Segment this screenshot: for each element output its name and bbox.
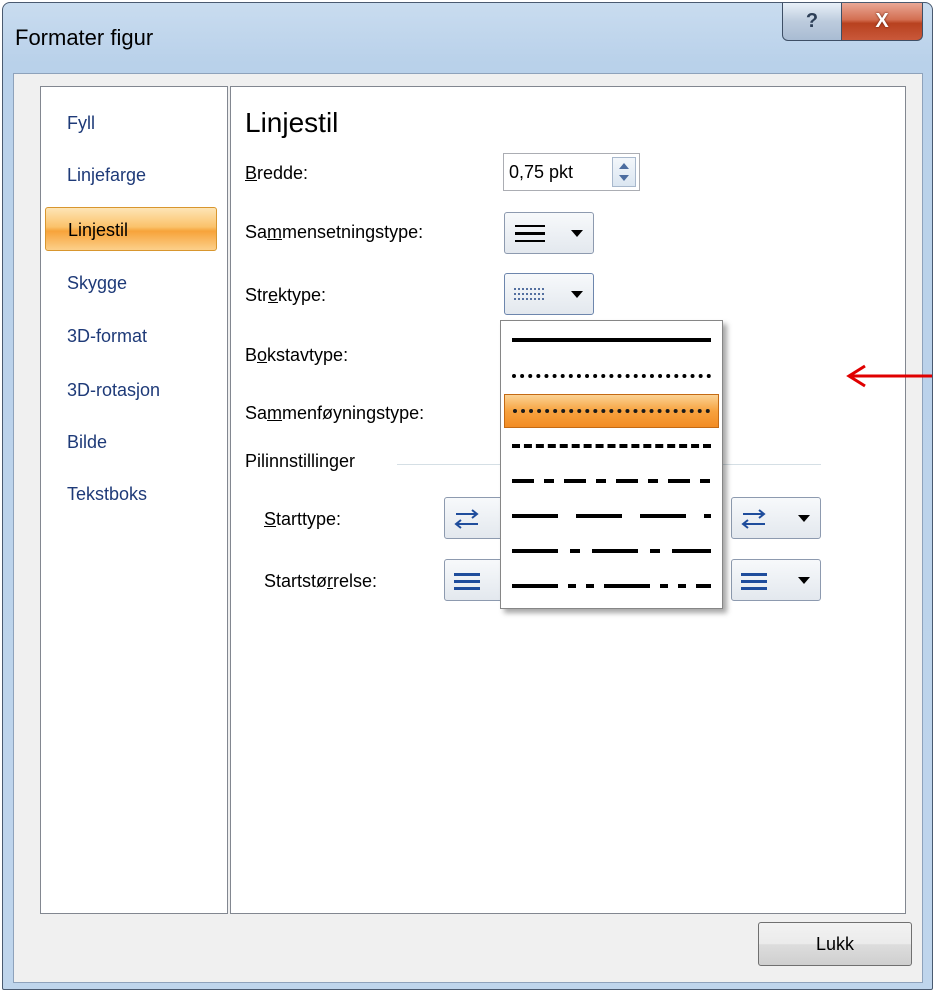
nav-item-tekstboks[interactable]: Tekstboks <box>45 472 217 516</box>
end-size-dropdown[interactable] <box>731 559 821 601</box>
chevron-down-icon <box>798 515 810 522</box>
nav-item-3d-rotasjon[interactable]: 3D-rotasjon <box>45 368 217 412</box>
format-shape-dialog: Formater figur ? X Fyll Linjefarge Linje… <box>2 2 933 990</box>
annotation-arrow-icon <box>846 364 932 388</box>
dash-line-icon <box>512 444 711 448</box>
close-window-button[interactable]: X <box>841 3 923 41</box>
chevron-down-icon <box>571 291 583 298</box>
arrow-settings-group-label: Pilinnstillinger <box>245 451 356 471</box>
width-value: 0,75 pkt <box>509 162 574 182</box>
long-dash-dot-line-icon <box>512 549 711 553</box>
category-list: Fyll Linjefarge Linjestil Skygge 3D-form… <box>40 86 228 914</box>
chevron-down-icon <box>571 230 583 237</box>
dash-option-dash[interactable] <box>504 429 719 463</box>
long-dash-dot-dot-line-icon <box>512 584 711 588</box>
close-icon: X <box>875 10 889 32</box>
dash-option-round-dot[interactable] <box>504 359 719 393</box>
dialog-title: Formater figur <box>15 25 154 50</box>
start-type-label: Starttype: <box>264 509 342 529</box>
end-type-dropdown[interactable] <box>731 497 821 539</box>
page-title: Linjestil <box>245 107 339 138</box>
nav-item-skygge[interactable]: Skygge <box>45 261 217 305</box>
long-dash-line-icon <box>512 514 711 518</box>
close-button[interactable]: Lukk <box>758 922 912 966</box>
dash-option-long-dash-dot-dot[interactable] <box>504 569 719 603</box>
round-dot-line-icon <box>512 374 711 378</box>
dash-option-solid[interactable] <box>504 323 719 357</box>
start-size-dropdown[interactable] <box>444 559 504 601</box>
title-bar[interactable]: Formater figur ? X <box>3 3 932 73</box>
compound-line-icon <box>515 224 545 244</box>
arrow-size-icon <box>454 573 480 591</box>
cap-type-label: Bokstavtype: <box>245 345 349 365</box>
square-dot-line-icon <box>513 409 710 413</box>
dash-dot-line-icon <box>512 479 711 483</box>
help-icon: ? <box>805 10 819 32</box>
help-button[interactable]: ? <box>782 3 842 41</box>
nav-item-fyll[interactable]: Fyll <box>45 101 217 145</box>
dash-type-label: Strektype: <box>245 285 327 305</box>
arrow-size-icon <box>741 573 767 591</box>
dash-type-dropdown[interactable] <box>504 273 594 315</box>
dash-type-menu <box>500 320 723 609</box>
spin-down-icon[interactable] <box>619 175 629 181</box>
nav-item-bilde[interactable]: Bilde <box>45 420 217 464</box>
start-type-dropdown[interactable] <box>444 497 504 539</box>
spin-up-icon[interactable] <box>619 163 629 169</box>
dash-option-square-dot[interactable] <box>504 394 719 428</box>
dash-option-dash-dot[interactable] <box>504 464 719 498</box>
dash-option-long-dash-dot[interactable] <box>504 534 719 568</box>
nav-item-3d-format[interactable]: 3D-format <box>45 314 217 358</box>
compound-type-dropdown[interactable] <box>504 212 594 254</box>
compound-type-label: Sammensetningstype: <box>245 222 424 242</box>
dash-option-long-dash[interactable] <box>504 499 719 533</box>
arrow-type-icon <box>454 509 479 529</box>
dialog-body: Fyll Linjefarge Linjestil Skygge 3D-form… <box>13 73 932 983</box>
join-type-label: Sammenføyningstype: <box>245 403 425 423</box>
nav-item-linjefarge[interactable]: Linjefarge <box>45 153 217 197</box>
chevron-down-icon <box>798 577 810 584</box>
solid-line-icon <box>512 338 711 342</box>
width-spinbox[interactable]: 0,75 pkt <box>503 153 640 191</box>
nav-item-linjestil[interactable]: Linjestil <box>45 207 217 251</box>
arrow-type-icon <box>741 509 766 529</box>
start-size-label: Startstørrelse: <box>264 571 378 591</box>
width-stepper[interactable] <box>612 157 636 187</box>
dash-type-icon <box>514 288 544 302</box>
bredde-label: Bredde: <box>245 163 309 183</box>
